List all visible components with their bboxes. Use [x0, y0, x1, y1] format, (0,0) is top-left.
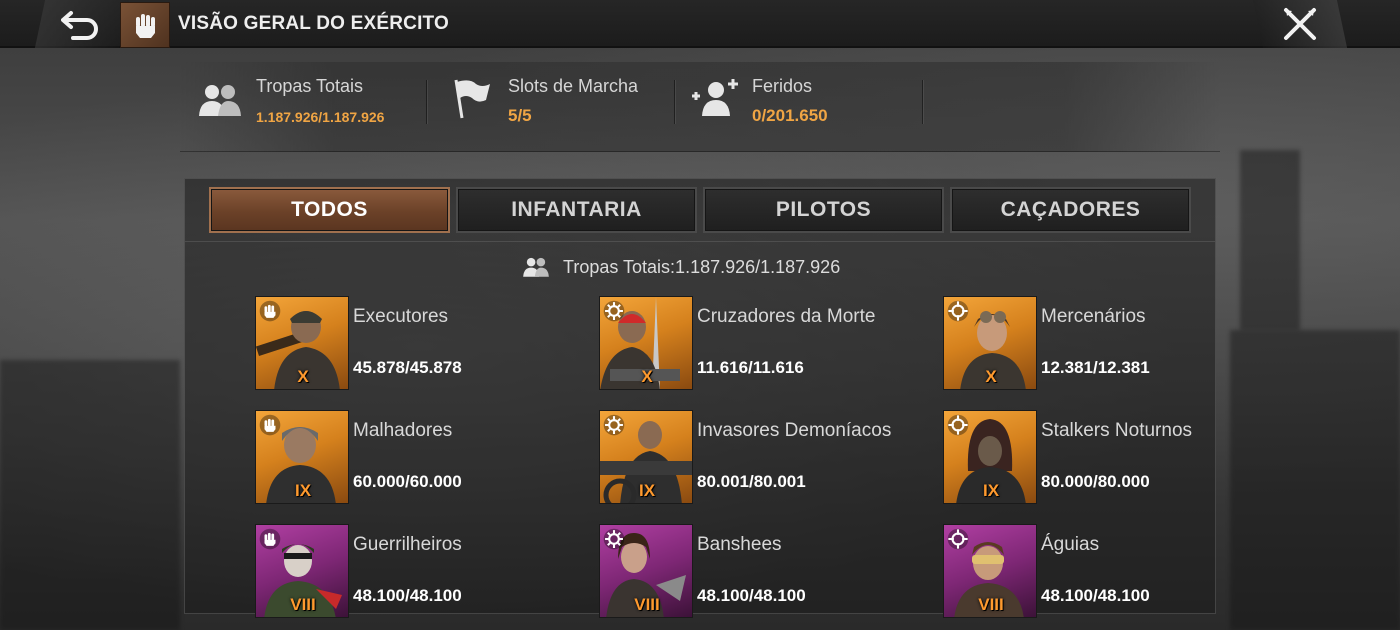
- unit-name: Banshees: [697, 534, 782, 555]
- stat-label: Tropas Totais: [256, 76, 364, 96]
- fist-icon: [259, 300, 281, 322]
- background-ruins-left: [0, 360, 180, 630]
- total-troops-text: Tropas Totais:1.187.926/1.187.926: [563, 256, 841, 277]
- unit-portrait: IX: [943, 410, 1037, 504]
- unit-portrait: VIII: [599, 524, 693, 618]
- crosshair-icon: [947, 414, 969, 436]
- army-panel: TODOS INFANTARIA PILOTOS CAÇADORES Tropa…: [184, 178, 1216, 618]
- unit-card[interactable]: VIII Banshees 48.100/48.100: [599, 524, 899, 620]
- stat-wounded: Feridos 0/201.650: [692, 74, 912, 130]
- unit-count: 80.001/80.001: [697, 472, 806, 491]
- background-ruins-top: [1240, 150, 1300, 330]
- flag-icon: [454, 79, 490, 119]
- stat-divider: [426, 80, 427, 124]
- wounded-icon: [692, 79, 738, 116]
- fist-icon: [259, 414, 281, 436]
- unit-name: Stalkers Noturnos: [1041, 420, 1193, 441]
- tab-pilotos[interactable]: PILOTOS: [703, 187, 944, 233]
- unit-card[interactable]: IX Malhadores 60.000/60.000: [255, 410, 555, 506]
- panel-total-troops: Tropas Totais:1.187.926/1.187.926: [521, 255, 840, 279]
- stat-label: Feridos: [752, 76, 813, 96]
- unit-card[interactable]: X Mercenários 12.381/12.381: [943, 296, 1243, 392]
- tab-cacadores[interactable]: CAÇADORES: [950, 187, 1191, 233]
- unit-card[interactable]: IX Invasores Demoníacos 80.001/80.001: [599, 410, 899, 506]
- unit-count: 11.616/11.616: [697, 358, 804, 377]
- stat-value: 5/5: [508, 106, 532, 125]
- unit-count: 48.100/48.100: [697, 586, 806, 605]
- unit-name: Águias: [1041, 534, 1100, 555]
- title-badge: [120, 2, 170, 48]
- stat-total-troops: Tropas Totais 1.187.926/1.187.926: [196, 74, 426, 130]
- stat-march-slots: Slots de Marcha 5/5: [448, 74, 668, 130]
- crosshair-icon: [947, 528, 969, 550]
- unit-name: Malhadores: [353, 420, 453, 441]
- unit-tier: X: [641, 367, 653, 386]
- back-arrow-icon: [61, 11, 98, 40]
- unit-portrait: IX: [255, 410, 349, 504]
- stat-divider: [922, 80, 923, 124]
- background-ruins-right: [1230, 330, 1400, 630]
- unit-count: 48.100/48.100: [1041, 586, 1150, 605]
- stat-value: 1.187.926/1.187.926: [256, 109, 385, 125]
- unit-type-tabs: TODOS INFANTARIA PILOTOS CAÇADORES: [209, 187, 1193, 235]
- unit-portrait: X: [943, 296, 1037, 390]
- army-stats-strip: Tropas Totais 1.187.926/1.187.926 Slots …: [180, 62, 1220, 152]
- fist-icon: [136, 14, 155, 38]
- top-bar: VISÃO GERAL DO EXÉRCITO: [0, 0, 1400, 48]
- unit-portrait: VIII: [943, 524, 1037, 618]
- unit-card[interactable]: IX Stalkers Noturnos 80.000/80.000: [943, 410, 1243, 506]
- unit-tier: X: [297, 367, 309, 386]
- unit-card[interactable]: X Cruzadores da Morte 11.616/11.616: [599, 296, 899, 392]
- stat-label: Slots de Marcha: [508, 76, 639, 96]
- page-title: VISÃO GERAL DO EXÉRCITO: [178, 13, 449, 34]
- troops-icon: [199, 85, 241, 116]
- gear-icon: [603, 414, 625, 436]
- stat-divider: [674, 80, 675, 124]
- unit-tier: IX: [638, 481, 656, 500]
- close-button[interactable]: [1252, 0, 1348, 48]
- gear-icon: [603, 528, 625, 550]
- unit-tier: IX: [294, 481, 312, 500]
- unit-portrait: X: [255, 296, 349, 390]
- unit-card[interactable]: VIII Águias 48.100/48.100: [943, 524, 1243, 620]
- unit-tier: VIII: [978, 595, 1004, 614]
- unit-card[interactable]: VIII Guerrilheiros 48.100/48.100: [255, 524, 555, 620]
- unit-card[interactable]: X Executores 45.878/45.878: [255, 296, 555, 392]
- unit-name: Executores: [353, 306, 449, 327]
- tab-infantaria[interactable]: INFANTARIA: [456, 187, 697, 233]
- fist-icon: [259, 528, 281, 550]
- unit-name: Guerrilheiros: [353, 534, 462, 555]
- unit-count: 45.878/45.878: [353, 358, 462, 377]
- gear-icon: [603, 300, 625, 322]
- unit-count: 60.000/60.000: [353, 472, 462, 491]
- unit-count: 12.381/12.381: [1041, 358, 1150, 377]
- unit-count: 80.000/80.000: [1041, 472, 1150, 491]
- divider: [185, 241, 1215, 242]
- troops-icon: [523, 257, 549, 277]
- unit-tier: IX: [982, 481, 1000, 500]
- back-button[interactable]: [34, 0, 130, 48]
- crosshair-icon: [947, 300, 969, 322]
- unit-tier: VIII: [634, 595, 660, 614]
- unit-name: Invasores Demoníacos: [697, 420, 892, 441]
- stat-value: 0/201.650: [752, 106, 828, 125]
- tab-todos[interactable]: TODOS: [209, 187, 450, 233]
- unit-count: 48.100/48.100: [353, 586, 462, 605]
- close-x-icon: [1284, 8, 1316, 40]
- unit-portrait: IX: [599, 410, 693, 504]
- unit-tier: X: [985, 367, 997, 386]
- unit-portrait: X: [599, 296, 693, 390]
- unit-tier: VIII: [290, 595, 316, 614]
- unit-portrait: VIII: [255, 524, 349, 618]
- unit-name: Cruzadores da Morte: [697, 306, 876, 327]
- unit-name: Mercenários: [1041, 306, 1146, 327]
